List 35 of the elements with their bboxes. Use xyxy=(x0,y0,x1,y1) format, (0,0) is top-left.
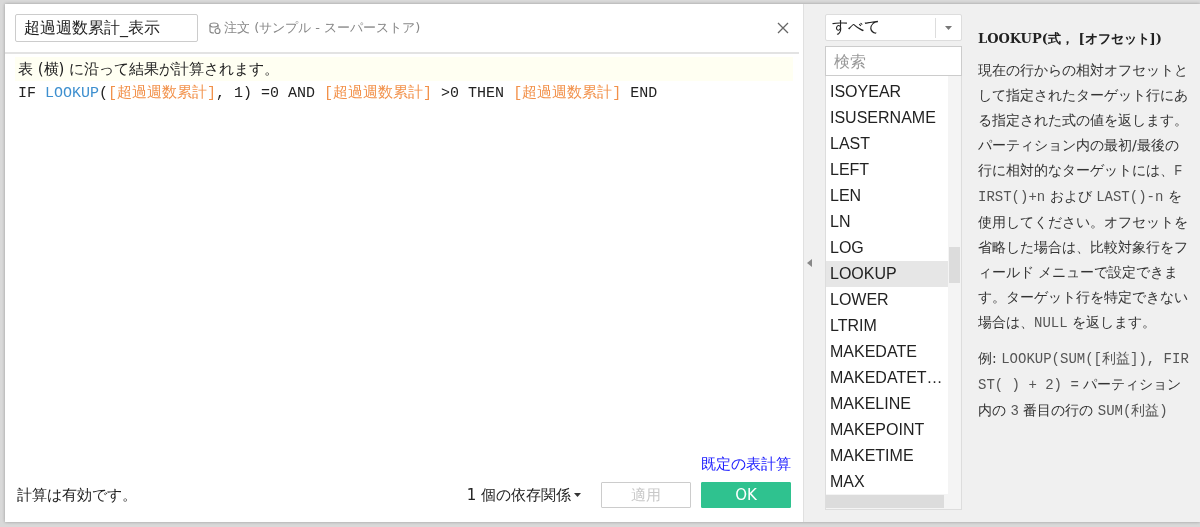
scrollbar[interactable] xyxy=(948,76,961,494)
close-icon[interactable] xyxy=(777,22,790,34)
function-item[interactable]: LEFT xyxy=(826,157,948,183)
formula-text[interactable]: IF LOOKUP([超過週数累計], 1) =0 AND [超過週数累計] >0 THEN [超過週数累計] END xyxy=(15,81,794,104)
function-signature: LOOKUP(式， [オフセット]) xyxy=(978,30,1163,48)
function-item[interactable]: LTRIM xyxy=(826,313,948,339)
default-table-calc-link[interactable]: 既定の表計算 xyxy=(701,455,792,474)
function-item[interactable]: MAKETIME xyxy=(826,443,948,469)
function-item[interactable]: MAKEPOINT xyxy=(826,417,948,443)
function-item[interactable]: MAKELINE xyxy=(826,391,948,417)
function-item[interactable]: MAX xyxy=(826,469,948,495)
function-item[interactable]: LOOKUP xyxy=(826,261,948,287)
collapse-arrow-icon[interactable] xyxy=(806,259,812,267)
horizontal-scrollbar[interactable] xyxy=(826,494,961,509)
function-item[interactable]: MAKEDATE xyxy=(826,339,948,365)
dependencies-dropdown[interactable]: 1 個の依存関係 xyxy=(466,485,582,505)
calc-name-field[interactable]: 超過週数累計_表示 xyxy=(15,14,198,42)
database-icon xyxy=(209,21,221,35)
function-item[interactable]: LEN xyxy=(826,183,948,209)
function-item[interactable]: MAKEDATET… xyxy=(826,365,948,391)
help-paragraph: 現在の行からの相対オフセットとして指定されたターゲット行にある指定された式の値を返します。パーティション内の最初/最後の行に相対的なターゲットには、FIRST()+n および LAST()-n を使用してください。オフセットを省略した場合は、比較対象行をフィールド メニューで設定できます。ターゲット行を特定できない場合は、NULL を返します。 xyxy=(978,61,1189,333)
data-source-label: 注文 (サンプル - スーパーストア) xyxy=(224,19,421,37)
function-item[interactable]: LAST xyxy=(826,131,948,157)
search-field[interactable]: 検索 xyxy=(825,46,962,76)
function-item[interactable]: LOG xyxy=(826,235,948,261)
caret-icon xyxy=(945,25,952,30)
status-text: 計算は有効です。 xyxy=(17,485,137,505)
category-dropdown[interactable]: すべて xyxy=(825,14,962,41)
help-paragraph: 例: LOOKUP(SUM([利益]), FIRST( ) + 2) = パーティション内の 3 番目の行の SUM(利益) xyxy=(978,349,1190,421)
calculation-hint: 表 (横) に沿って結果が計算されます。 xyxy=(18,60,280,78)
function-item[interactable]: LN xyxy=(826,209,948,235)
function-item[interactable]: ISUSERNAME xyxy=(826,105,948,131)
function-item[interactable]: ISOYEAR xyxy=(826,79,948,105)
caret-icon xyxy=(574,493,582,497)
function-item[interactable]: LOWER xyxy=(826,287,948,313)
